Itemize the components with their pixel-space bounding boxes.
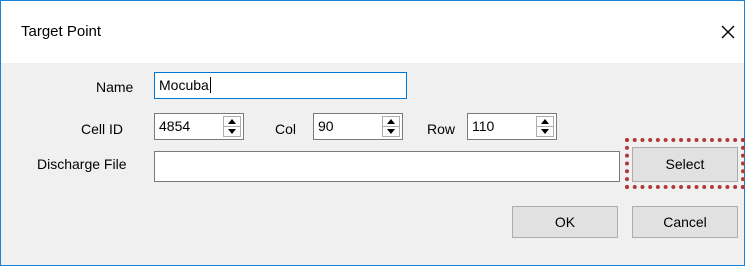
cell-id-spinner <box>223 116 241 137</box>
col-value: 90 <box>318 118 334 134</box>
dialog-title: Target Point <box>21 23 102 40</box>
name-label: Name <box>96 79 134 95</box>
text-caret <box>209 77 211 93</box>
arrow-down-icon <box>541 129 549 134</box>
col-label: Col <box>275 121 297 137</box>
col-spinner <box>382 116 400 137</box>
spin-up-button[interactable] <box>383 117 399 127</box>
spin-down-button[interactable] <box>383 127 399 137</box>
cancel-button[interactable]: Cancel <box>632 206 738 238</box>
discharge-file-label: Discharge File <box>37 156 127 172</box>
arrow-down-icon <box>228 129 236 134</box>
target-point-dialog: Target Point Name Mocuba Cell ID 4854 Co… <box>0 0 745 266</box>
close-icon[interactable] <box>715 19 741 45</box>
col-numeric[interactable]: 90 <box>313 113 403 140</box>
select-button[interactable]: Select <box>632 147 738 182</box>
arrow-up-icon <box>228 119 236 124</box>
cell-id-numeric[interactable]: 4854 <box>154 113 244 140</box>
row-label: Row <box>427 121 456 137</box>
spin-up-button[interactable] <box>537 117 553 127</box>
arrow-down-icon <box>387 129 395 134</box>
spin-down-button[interactable] <box>537 127 553 137</box>
name-input[interactable]: Mocuba <box>154 72 407 99</box>
arrow-up-icon <box>541 119 549 124</box>
row-numeric[interactable]: 110 <box>467 113 557 140</box>
ok-button[interactable]: OK <box>512 206 618 238</box>
spin-down-button[interactable] <box>224 127 240 137</box>
discharge-file-input[interactable] <box>154 151 620 182</box>
name-input-value: Mocuba <box>159 77 209 93</box>
cell-id-value: 4854 <box>159 118 191 134</box>
title-bar: Target Point <box>1 1 744 63</box>
spin-up-button[interactable] <box>224 117 240 127</box>
row-value: 110 <box>472 118 495 134</box>
row-spinner <box>536 116 554 137</box>
arrow-up-icon <box>387 119 395 124</box>
cell-id-label: Cell ID <box>81 121 124 137</box>
